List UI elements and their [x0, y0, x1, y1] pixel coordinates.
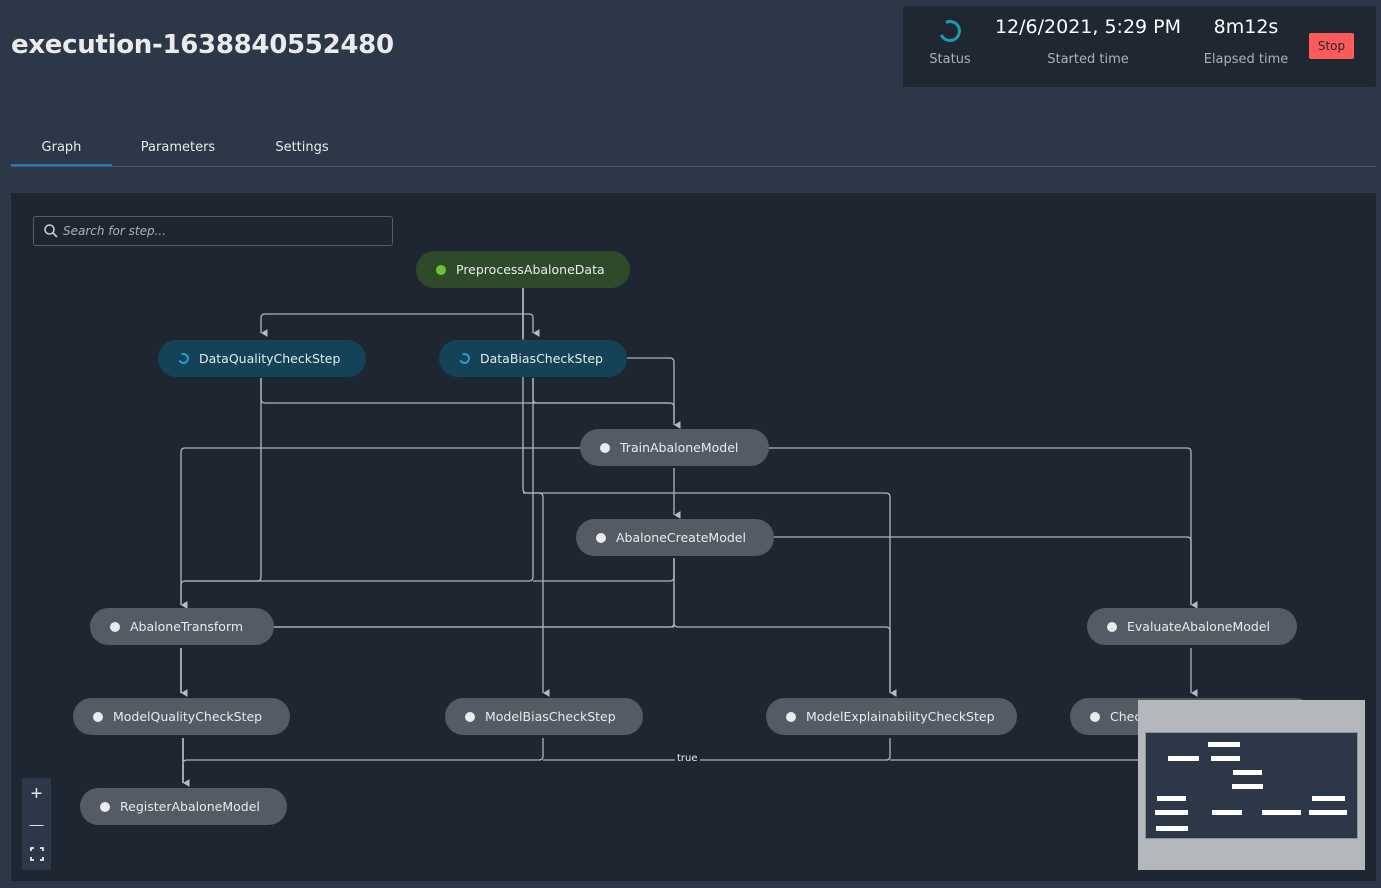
minimap-node [1208, 742, 1240, 747]
graph-node-preprocess[interactable]: PreprocessAbaloneData [416, 251, 630, 288]
graph-canvas[interactable]: PreprocessAbaloneData DataQualityCheckSt… [11, 193, 1376, 881]
status-not-started-icon [93, 711, 103, 722]
edge [768, 447, 1198, 609]
node-label: ModelBiasCheckStep [485, 709, 616, 724]
graph-node-databias[interactable]: DataBiasCheckStep [439, 340, 627, 377]
minimap-node [1168, 756, 1199, 761]
elapsed-time-stat: 8m12s Elapsed time [1193, 16, 1299, 67]
status-executing-icon [457, 351, 472, 366]
stop-button[interactable]: Stop [1309, 33, 1354, 59]
edge [185, 378, 262, 582]
started-time-label: Started time [1047, 52, 1129, 67]
node-label: AbaloneCreateModel [616, 530, 746, 545]
edge [182, 738, 544, 765]
status-not-started-icon [786, 711, 796, 722]
search-input[interactable] [63, 217, 383, 245]
spinner-icon [935, 16, 965, 46]
edge [522, 338, 897, 697]
graph-node-register[interactable]: RegisterAbaloneModel [80, 788, 287, 825]
tab-graph[interactable]: Graph [11, 140, 112, 166]
node-label: AbaloneTransform [130, 619, 244, 634]
graph-node-createmodel[interactable]: AbaloneCreateModel [576, 519, 774, 556]
minimap-node [1156, 826, 1188, 831]
node-label: ModelExplainabilityCheckStep [806, 709, 995, 724]
minimap-node [1309, 810, 1347, 815]
minimap[interactable] [1138, 700, 1365, 870]
started-time-value: 12/6/2021, 5:29 PM [994, 16, 1182, 38]
search-icon [44, 224, 58, 238]
started-time-stat: 12/6/2021, 5:29 PM Started time [993, 16, 1183, 67]
node-label: RegisterAbaloneModel [120, 799, 260, 814]
tab-bar: Graph Parameters Settings [11, 140, 1376, 167]
minimap-node [1212, 810, 1242, 815]
minimap-node [1157, 796, 1186, 801]
graph-node-transform[interactable]: AbaloneTransform [90, 608, 274, 645]
minimap-node [1211, 756, 1240, 761]
zoom-controls: + — [22, 778, 51, 870]
status-not-started-icon [465, 711, 475, 722]
status-label: Status [929, 52, 971, 67]
elapsed-time-label: Elapsed time [1203, 52, 1289, 67]
graph-node-modelquality[interactable]: ModelQualityCheckStep [73, 698, 290, 735]
edge [180, 378, 534, 609]
minimap-node [1232, 784, 1263, 789]
status-succeeded-icon [436, 264, 446, 275]
graph-node-evaluate[interactable]: EvaluateAbaloneModel [1087, 608, 1297, 645]
edge-label-true: true [675, 753, 700, 764]
status-executing-icon [176, 351, 191, 366]
status-not-started-icon [100, 801, 110, 812]
page-title: execution-1638840552480 [11, 30, 394, 60]
step-search[interactable] [33, 216, 393, 246]
graph-node-train[interactable]: TrainAbaloneModel [580, 429, 769, 466]
tab-settings[interactable]: Settings [261, 140, 343, 166]
edge [260, 313, 523, 337]
node-label: TrainAbaloneModel [620, 440, 739, 455]
minimap-node [1312, 796, 1345, 801]
fit-view-button[interactable] [22, 840, 51, 868]
status-panel: Status 12/6/2021, 5:29 PM Started time 8… [903, 6, 1376, 87]
minimap-node [1262, 810, 1301, 815]
status-not-started-icon [110, 621, 120, 632]
node-label: ModelQualityCheckStep [113, 709, 263, 724]
zoom-out-button[interactable]: — [22, 810, 51, 838]
minimap-viewport[interactable] [1145, 732, 1358, 839]
status-not-started-icon [1107, 621, 1117, 632]
minimap-node [1233, 770, 1262, 775]
graph-node-modelbias[interactable]: ModelBiasCheckStep [445, 698, 643, 735]
minimap-node [1155, 810, 1188, 815]
graph-node-modelexplainability[interactable]: ModelExplainabilityCheckStep [766, 698, 1017, 735]
status-stat: Status [921, 16, 979, 67]
graph-node-dataquality[interactable]: DataQualityCheckStep [158, 340, 366, 377]
edge [543, 738, 891, 761]
node-label: PreprocessAbaloneData [456, 262, 605, 277]
node-label: DataBiasCheckStep [480, 351, 603, 366]
status-not-started-icon [596, 532, 606, 543]
edge [774, 536, 1192, 605]
edge [673, 558, 891, 693]
fit-view-icon [29, 847, 44, 861]
node-label: DataQualityCheckStep [199, 351, 341, 366]
status-not-started-icon [600, 442, 610, 453]
edge [533, 558, 675, 582]
tab-parameters[interactable]: Parameters [127, 140, 229, 166]
edge [260, 378, 675, 425]
edge [627, 357, 681, 429]
node-label: EvaluateAbaloneModel [1127, 619, 1271, 634]
elapsed-time-value: 8m12s [1213, 16, 1279, 38]
edge [523, 313, 540, 337]
status-not-started-icon [1090, 711, 1100, 722]
zoom-in-button[interactable]: + [22, 780, 51, 808]
edge [532, 378, 670, 404]
